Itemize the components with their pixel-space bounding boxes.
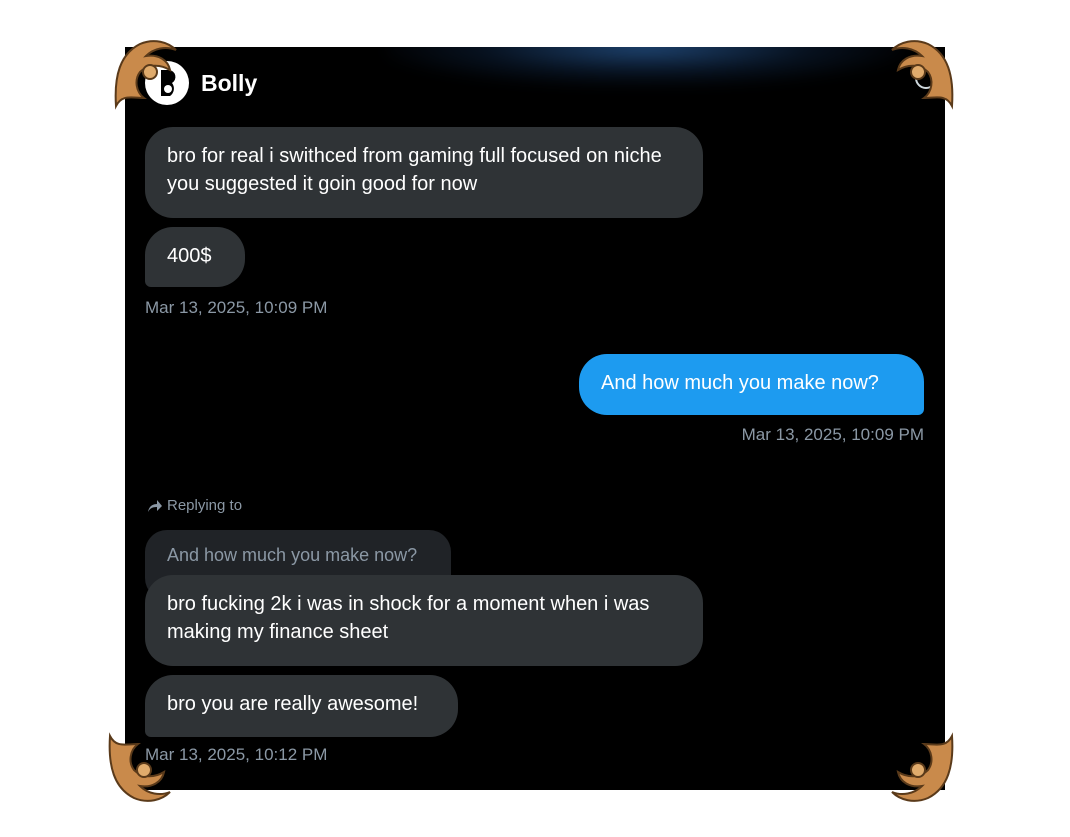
message-timestamp: Mar 13, 2025, 10:09 PM [145, 298, 328, 317]
message-text: bro fucking 2k i was in shock for a mome… [167, 593, 650, 643]
message-bubble-incoming[interactable]: bro for real i swithced from gaming full… [145, 127, 703, 218]
message-bubble-outgoing[interactable]: And how much you make now? [579, 354, 924, 415]
corner-ornament-icon [114, 40, 177, 110]
message-timestamp: Mar 13, 2025, 10:09 PM [741, 425, 924, 444]
corner-ornament-icon [891, 40, 954, 110]
corner-ornament-icon [108, 732, 171, 802]
quoted-text: And how much you make now? [167, 545, 418, 565]
message-bubble-incoming[interactable]: bro fucking 2k i was in shock for a mome… [145, 575, 703, 666]
chat-title: Bolly [201, 69, 258, 96]
chat-window: Bolly bro for real i swithced from gamin… [125, 47, 945, 790]
message-text: 400$ [167, 245, 212, 267]
reply-arrow-icon [148, 499, 162, 512]
message-text: bro you are really awesome! [167, 693, 419, 715]
message-text: And how much you make now? [601, 372, 879, 394]
corner-ornament-icon [891, 732, 954, 802]
top-glow [385, 47, 905, 87]
message-text: bro for real i swithced from gaming full… [167, 145, 662, 195]
replying-to-label: Replying to [147, 497, 242, 514]
message-bubble-incoming[interactable]: 400$ [145, 227, 245, 287]
message-bubble-incoming[interactable]: bro you are really awesome! [145, 675, 458, 737]
